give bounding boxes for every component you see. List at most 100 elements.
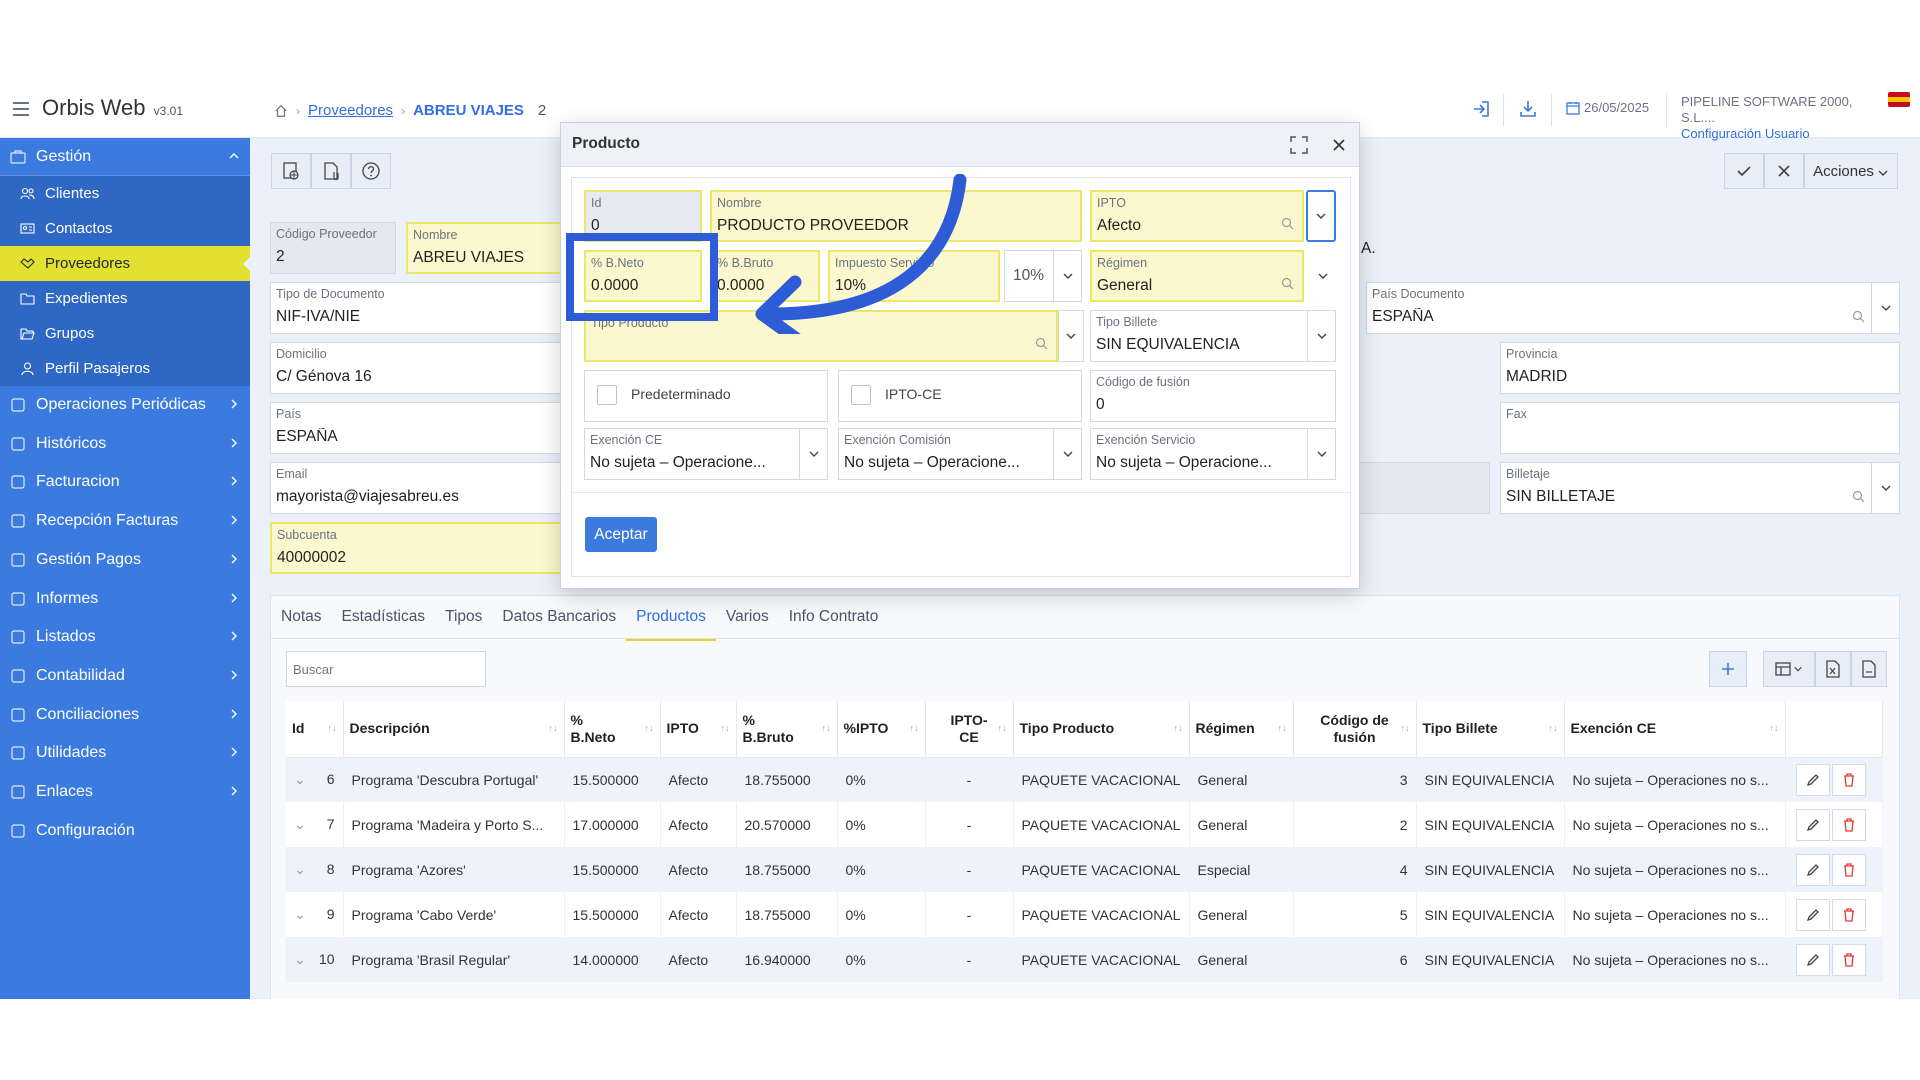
table-row[interactable]: ⌄ 6 Programa 'Descubra Portugal' 15.500000 A… [286, 757, 1883, 802]
modal-tipo-billete-field[interactable]: Tipo Billete SIN EQUIVALENCIA [1090, 310, 1336, 362]
search-icon[interactable] [1281, 217, 1294, 230]
sidebar-item-grupos[interactable]: Grupos [0, 316, 250, 351]
search-icon[interactable] [1852, 490, 1865, 503]
dropdown-button[interactable] [1871, 463, 1899, 513]
predeterminado-option[interactable]: Predeterminado [584, 370, 828, 422]
sort-icon[interactable]: ↑↓ [1770, 720, 1779, 737]
sidebar-item-facturacion[interactable]: Facturacion [0, 463, 250, 501]
dropdown-button[interactable] [799, 429, 827, 479]
sidebar-item-operaciones-periodicas[interactable]: Operaciones Periódicas [0, 386, 250, 424]
fax-field[interactable]: Fax [1500, 402, 1900, 454]
table-row[interactable]: ⌄ 10 Programa 'Brasil Regular' 14.000000 Afe… [286, 937, 1883, 982]
actions-button[interactable]: Acciones [1804, 153, 1898, 189]
export-pdf-button[interactable] [1851, 651, 1887, 687]
column-header[interactable]: Código de fusión ↑↓ [1293, 701, 1417, 758]
globe-doc-button[interactable] [271, 153, 311, 189]
provincia-field[interactable]: Provincia MADRID [1500, 342, 1900, 394]
expand-row-icon[interactable]: ⌄ [294, 861, 306, 878]
sidebar-item-gestion[interactable]: Gestión [0, 138, 250, 176]
help-button[interactable] [351, 153, 391, 189]
sidebar-item-expedientes[interactable]: Expedientes [0, 281, 250, 316]
columns-button[interactable] [1763, 651, 1815, 687]
sidebar-item-contabilidad[interactable]: Contabilidad [0, 657, 250, 695]
column-header[interactable]: %IPTO ↑↓ [837, 701, 926, 758]
pais-documento-field[interactable]: País Documento ESPAÑA [1366, 282, 1900, 334]
sidebar-item-perfil-pasajeros[interactable]: Perfil Pasajeros [0, 351, 250, 386]
delete-row-button[interactable] [1831, 943, 1866, 976]
pais-field[interactable]: País ESPAÑA [270, 402, 570, 454]
sort-icon[interactable]: ↑↓ [1549, 720, 1558, 737]
maximize-icon[interactable] [1290, 136, 1308, 154]
cancel-button[interactable] [1764, 153, 1804, 189]
expand-row-icon[interactable]: ⌄ [294, 816, 306, 833]
column-header[interactable]: Exención CE ↑↓ [1564, 701, 1786, 758]
modal-fusion-field[interactable]: Código de fusión 0 [1090, 370, 1336, 422]
regimen-dropdown-button[interactable] [1310, 250, 1336, 302]
search-icon[interactable] [1281, 277, 1294, 290]
sidebar-item-listados[interactable]: Listados [0, 618, 250, 656]
current-date[interactable]: 26/05/2025 [1566, 100, 1649, 115]
home-icon[interactable] [274, 104, 288, 118]
confirm-button[interactable] [1724, 153, 1764, 189]
tab-tipos[interactable]: Tipos [435, 596, 492, 638]
add-product-button[interactable] [1709, 651, 1747, 687]
sidebar-item-proveedores[interactable]: Proveedores [0, 246, 251, 281]
attach-doc-button[interactable] [311, 153, 351, 189]
login-icon[interactable] [1470, 98, 1492, 120]
close-icon[interactable] [1332, 138, 1346, 152]
sort-icon[interactable]: ↑↓ [910, 720, 919, 737]
delete-row-button[interactable] [1831, 808, 1866, 841]
expand-row-icon[interactable]: ⌄ [294, 951, 306, 968]
column-header[interactable]: IPTO- CE ↑↓ [925, 701, 1014, 758]
language-flag-icon[interactable] [1888, 92, 1910, 107]
sort-icon[interactable]: ↑↓ [998, 720, 1007, 737]
sort-icon[interactable]: ↑↓ [328, 720, 337, 737]
table-row[interactable]: ⌄ 8 Programa 'Azores' 15.500000 Afecto 18.755… [286, 847, 1883, 892]
sidebar-item-gestion-pagos[interactable]: Gestión Pagos [0, 541, 250, 579]
table-row[interactable]: ⌄ 7 Programa 'Madeira y Porto S... 17.00000… [286, 802, 1883, 847]
column-header[interactable]: Descripción ↑↓ [343, 701, 565, 758]
modal-regimen-field[interactable]: Régimen General [1090, 250, 1304, 302]
delete-row-button[interactable] [1831, 898, 1866, 931]
sidebar-item-conciliaciones[interactable]: Conciliaciones [0, 696, 250, 734]
dropdown-button[interactable] [1053, 429, 1081, 479]
tab-varios[interactable]: Varios [716, 596, 779, 638]
sort-icon[interactable]: ↑↓ [822, 720, 831, 737]
sidebar-item-clientes[interactable]: Clientes [0, 176, 250, 211]
tab-datos-bancarios[interactable]: Datos Bancarios [492, 596, 626, 638]
sort-icon[interactable]: ↑↓ [1401, 720, 1410, 737]
column-header[interactable]: Tipo Billete ↑↓ [1416, 701, 1565, 758]
search-icon[interactable] [1852, 310, 1865, 323]
tab-info-contrato[interactable]: Info Contrato [779, 596, 889, 638]
subcuenta-field[interactable]: Subcuenta 40000002 [270, 522, 570, 574]
sidebar-item-enlaces[interactable]: Enlaces [0, 773, 250, 811]
tipo-producto-dropdown-button[interactable] [1058, 310, 1084, 362]
sort-icon[interactable]: ↑↓ [1278, 720, 1287, 737]
sort-icon[interactable]: ↑↓ [1174, 720, 1183, 737]
sidebar-item-recepcion-facturas[interactable]: Recepción Facturas [0, 502, 250, 540]
dropdown-button[interactable] [1307, 429, 1335, 479]
modal-exencion-comision-field[interactable]: Exención Comisión No sujeta – Operacione… [838, 428, 1082, 480]
edit-row-button[interactable] [1795, 853, 1830, 886]
sort-icon[interactable]: ↑↓ [721, 720, 730, 737]
column-header[interactable]: IPTO ↑↓ [660, 701, 737, 758]
tab-estadisticas[interactable]: Estadísticas [332, 596, 436, 638]
modal-impuesto-select[interactable]: 10% [1004, 250, 1082, 302]
sidebar-item-contactos[interactable]: Contactos [0, 211, 250, 246]
column-header[interactable]: Tipo Producto ↑↓ [1013, 701, 1190, 758]
expand-row-icon[interactable]: ⌄ [294, 906, 306, 923]
column-header[interactable]: Régimen ↑↓ [1189, 701, 1294, 758]
modal-exencion-servicio-field[interactable]: Exención Servicio No sujeta – Operacione… [1090, 428, 1336, 480]
billetaje-field[interactable]: Billetaje SIN BILLETAJE [1500, 462, 1900, 514]
domicilio-field[interactable]: Domicilio C/ Génova 16 [270, 342, 570, 394]
delete-row-button[interactable] [1831, 853, 1866, 886]
export-excel-button[interactable] [1815, 651, 1851, 687]
predeterminado-checkbox[interactable] [597, 385, 617, 405]
search-icon[interactable] [1035, 337, 1048, 350]
dropdown-button[interactable] [1871, 283, 1899, 333]
sort-icon[interactable]: ↑↓ [549, 720, 558, 737]
tab-productos[interactable]: Productos [626, 596, 716, 641]
dropdown-button[interactable] [1307, 311, 1335, 361]
user-config-link[interactable]: Configuración Usuario [1681, 126, 1881, 142]
sidebar-item-configuracion[interactable]: Configuración [0, 812, 250, 850]
